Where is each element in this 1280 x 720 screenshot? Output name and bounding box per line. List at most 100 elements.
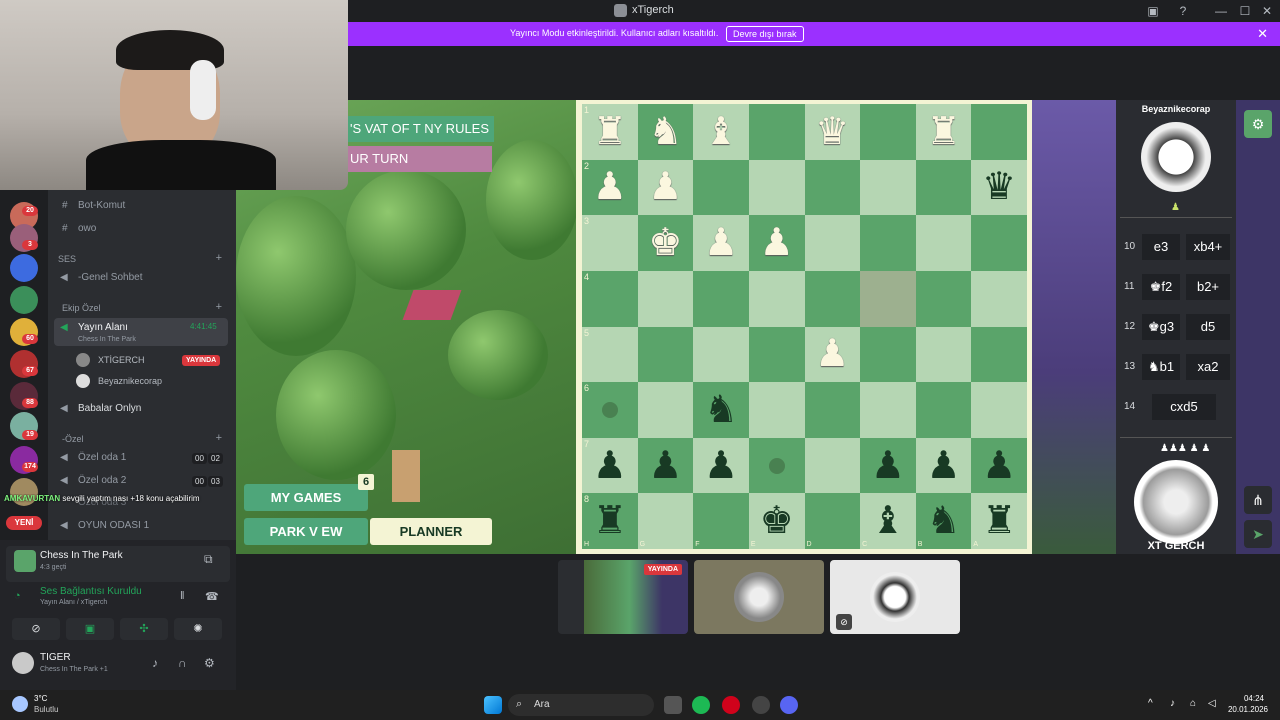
white-rook-icon[interactable]: ♜: [593, 113, 627, 151]
current-user-name[interactable]: TIGER: [40, 652, 71, 663]
chess-board[interactable]: 1 ♜ ♞ ♝ ♛ ♜ 2 ♟ ♟ ♛ 3 ♚ ♟ ♟ 4 5 ♟ 6 ♞ 7 ♟ ♟ ♟ ♟ ♟ ♟ 8 H ♜ G F E ♚ D C ♝ B ♞ A ♜: [582, 104, 1027, 549]
board-square[interactable]: [804, 270, 861, 327]
black-move[interactable]: xa2: [1186, 354, 1230, 380]
board-square[interactable]: [915, 382, 972, 438]
board-square[interactable]: [915, 270, 972, 327]
board-square[interactable]: [860, 215, 916, 271]
close-window-button[interactable]: ✕: [1256, 2, 1278, 20]
inbox-icon[interactable]: ▣: [1142, 2, 1164, 20]
channel-genel-sohbet[interactable]: -Genel Sohbet: [78, 272, 143, 283]
white-knight-icon[interactable]: ♞: [648, 113, 682, 151]
black-move[interactable]: xb4+: [1186, 234, 1230, 260]
board-square[interactable]: ♟: [637, 159, 694, 216]
new-badge[interactable]: YENİ: [6, 516, 42, 530]
board-square[interactable]: [860, 159, 916, 216]
board-square[interactable]: ♟: [860, 437, 916, 494]
white-pawn-icon[interactable]: ♟: [815, 335, 849, 373]
white-pawn-icon[interactable]: ♟: [593, 168, 627, 206]
channel-yayin-alani[interactable]: Yayın Alanı: [78, 322, 128, 333]
screen-share-button[interactable]: ▣: [66, 618, 114, 640]
help-icon[interactable]: ?: [1172, 2, 1194, 20]
board-square[interactable]: [860, 382, 916, 438]
discord-icon[interactable]: [780, 696, 798, 714]
board-square[interactable]: [971, 270, 1027, 327]
black-pawn-icon[interactable]: ♟: [982, 447, 1016, 485]
participant-tile[interactable]: ⊘: [830, 560, 960, 634]
board-square[interactable]: [748, 104, 805, 160]
black-queen-icon[interactable]: ♛: [982, 168, 1016, 206]
black-pawn-icon[interactable]: ♟: [871, 447, 905, 485]
send-icon[interactable]: ➤: [1244, 520, 1272, 548]
board-square[interactable]: ♟: [748, 215, 805, 271]
planner-button[interactable]: PLANNER: [370, 518, 492, 545]
channel-ozel-oda-2[interactable]: Özel oda 2: [78, 475, 126, 486]
move-row[interactable]: 11 ♚f2 b2+: [1116, 270, 1236, 304]
tray-chevron-icon[interactable]: ^: [1148, 698, 1153, 709]
black-knight-icon[interactable]: ♞: [927, 502, 961, 540]
white-pawn-icon[interactable]: ♟: [704, 224, 738, 262]
board-square[interactable]: 5: [582, 326, 638, 383]
avatar[interactable]: [76, 353, 90, 367]
board-square[interactable]: 7 ♟: [582, 437, 638, 494]
board-square[interactable]: ♚: [637, 215, 694, 271]
black-bishop-icon[interactable]: ♝: [871, 502, 905, 540]
board-square[interactable]: ♟: [804, 326, 861, 383]
activities-button[interactable]: ✣: [120, 618, 168, 640]
network-icon[interactable]: ⌂: [1190, 698, 1196, 709]
white-move[interactable]: ♞b1: [1142, 354, 1180, 380]
add-channel-icon[interactable]: +: [216, 301, 222, 313]
board-square[interactable]: [637, 326, 694, 383]
white-bishop-icon[interactable]: ♝: [704, 113, 738, 151]
board-square[interactable]: [748, 270, 805, 327]
board-square[interactable]: [860, 270, 916, 327]
black-rook-icon[interactable]: ♜: [982, 502, 1016, 540]
board-square[interactable]: [804, 437, 861, 494]
board-square[interactable]: ♟: [637, 437, 694, 494]
board-square[interactable]: 6: [582, 382, 638, 438]
black-king-icon[interactable]: ♚: [760, 502, 794, 540]
board-square[interactable]: [804, 382, 861, 438]
board-square[interactable]: [971, 104, 1027, 160]
maximize-button[interactable]: ☐: [1234, 2, 1256, 20]
board-square[interactable]: [637, 270, 694, 327]
spotify-icon[interactable]: [692, 696, 710, 714]
volume-icon[interactable]: ◁: [1208, 698, 1216, 709]
avatar[interactable]: [12, 652, 34, 674]
avatar[interactable]: [76, 374, 90, 388]
black-rook-icon[interactable]: ♜: [593, 502, 627, 540]
board-square[interactable]: ♟: [915, 437, 972, 494]
board-square[interactable]: C ♝: [860, 493, 916, 549]
taskbar-search[interactable]: ⌕ Ara: [508, 694, 654, 716]
channel-babalar-onlyn[interactable]: Babalar Onlyn: [78, 403, 141, 414]
noise-icon[interactable]: ‖: [180, 590, 185, 602]
black-move[interactable]: b2+: [1186, 274, 1230, 300]
headphones-icon[interactable]: ∩: [178, 656, 187, 670]
board-square[interactable]: F: [693, 493, 749, 549]
minimize-button[interactable]: —: [1210, 2, 1232, 20]
board-square[interactable]: 2 ♟: [582, 159, 638, 216]
board-square[interactable]: 1 ♜: [582, 104, 638, 160]
board-square[interactable]: [860, 326, 916, 383]
board-square[interactable]: [748, 159, 805, 216]
steam-icon[interactable]: [752, 696, 770, 714]
clock-date[interactable]: 20.01.2026: [1222, 705, 1268, 714]
disable-streamer-mode-button[interactable]: Devre dışı bırak: [726, 26, 804, 42]
white-rook-icon[interactable]: ♜: [927, 113, 961, 151]
board-square[interactable]: G: [637, 493, 694, 549]
board-square[interactable]: ♟: [971, 437, 1027, 494]
board-square[interactable]: D: [804, 493, 861, 549]
board-square[interactable]: [804, 159, 861, 216]
add-channel-icon[interactable]: +: [216, 252, 222, 264]
white-pawn-icon[interactable]: ♟: [648, 168, 682, 206]
black-pawn-icon[interactable]: ♟: [648, 447, 682, 485]
camera-button[interactable]: ⊘: [12, 618, 60, 640]
settings-gear-icon[interactable]: ⚙: [1244, 110, 1272, 138]
move-hint-dot[interactable]: [768, 457, 785, 474]
move-hint-dot[interactable]: [601, 401, 618, 418]
board-square[interactable]: A ♜: [971, 493, 1027, 549]
add-channel-icon[interactable]: +: [216, 432, 222, 444]
participant-tile[interactable]: [694, 560, 824, 634]
clock-time[interactable]: 04:24: [1230, 694, 1264, 703]
voice-status[interactable]: Ses Bağlantısı Kuruldu: [40, 586, 142, 597]
board-square[interactable]: ♛: [804, 104, 861, 160]
